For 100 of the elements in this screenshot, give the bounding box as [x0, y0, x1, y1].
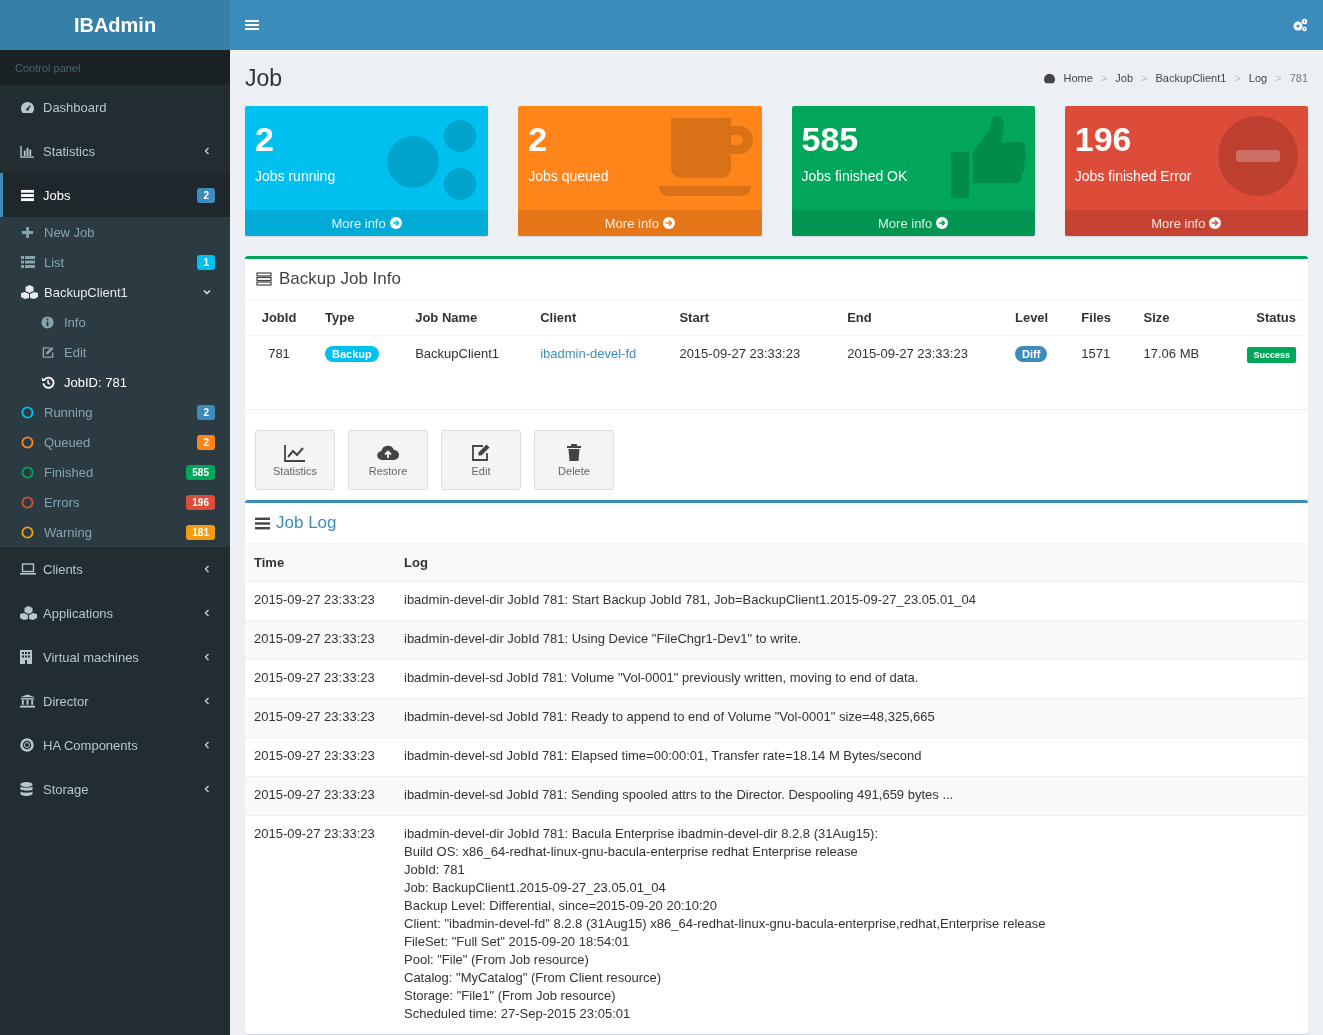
- edit-icon: [471, 443, 491, 462]
- count-badge: 1: [197, 254, 215, 270]
- breadcrumb-separator: >: [1234, 72, 1241, 84]
- edit-icon: [41, 345, 55, 359]
- cubes-icon: [20, 606, 37, 620]
- column-header: Files: [1069, 300, 1132, 336]
- stat-label: Jobs queued: [528, 168, 610, 184]
- log-line: ibadmin-devel-dir JobId 781: Bacula Enterprise ibadmin-devel-dir 8.2.8 (31Aug15):: [404, 825, 880, 843]
- tag-badge: Backup: [325, 346, 379, 362]
- log-line: Pool: "File" (From Job resource): [404, 951, 590, 969]
- column-header: Time: [245, 544, 395, 582]
- log-line: ibadmin-devel-sd JobId 781: Elapsed time=00:00:01, Transfer rate=18.14 M Bytes/second: [404, 747, 923, 765]
- stat-value: 585: [801, 120, 860, 158]
- sidebar-item[interactable]: Running 2: [0, 397, 230, 427]
- sidebar-header: Control panel: [0, 50, 230, 85]
- breadcrumb-link[interactable]: BackupClient1: [1155, 72, 1227, 84]
- sidebar-item[interactable]: Queued 2: [0, 427, 230, 457]
- server-icon: [20, 188, 35, 202]
- menu-icon[interactable]: [245, 19, 259, 31]
- action-button[interactable]: Restore: [348, 430, 428, 490]
- sidebar-item[interactable]: Info: [0, 307, 230, 337]
- bar-chart-icon: [20, 144, 35, 158]
- log-line: Build OS: x86_64-redhat-linux-gnu-bacula-enterprise redhat Enterprise release: [404, 843, 859, 861]
- more-info-link[interactable]: More info: [1064, 210, 1308, 236]
- table-cell: 2015-09-27 23:33:23: [254, 787, 375, 802]
- stat-value: 196: [1074, 120, 1133, 158]
- server-icon: [255, 272, 273, 286]
- cloud-upload-icon: [377, 443, 399, 462]
- breadcrumb-link[interactable]: Home: [1063, 72, 1093, 84]
- brand-logo[interactable]: IBAdmin: [0, 0, 230, 50]
- cubes-icon: [21, 285, 38, 299]
- panel-title: Job Log: [276, 513, 337, 533]
- sidebar-item[interactable]: Edit: [0, 337, 230, 367]
- sidebar-item[interactable]: Applications: [0, 591, 230, 635]
- chevron-down-icon: [202, 287, 212, 297]
- log-line: ibadmin-devel-sd JobId 781: Volume "Vol-0001" previously written, moving to end of data.: [404, 669, 920, 687]
- sidebar-item[interactable]: BackupClient1: [0, 277, 230, 307]
- table-cell: 2015-09-27 23:33:23: [254, 592, 375, 607]
- sidebar-item[interactable]: HA Components: [0, 723, 230, 767]
- chevron-left-icon: [202, 740, 212, 750]
- column-header: Client: [528, 300, 668, 336]
- sidebar-item[interactable]: Jobs 2: [0, 173, 230, 217]
- sidebar-item[interactable]: Storage: [0, 767, 230, 811]
- more-info-link[interactable]: More info: [791, 210, 1035, 236]
- database-icon: [20, 782, 33, 796]
- count-badge: 2: [197, 404, 215, 420]
- table-cell: BackupClient1: [415, 346, 499, 361]
- table-cell: 2015-09-27 23:33:23: [254, 709, 375, 724]
- list-icon: [21, 256, 35, 268]
- column-header: Level: [1002, 300, 1070, 336]
- log-line: ibadmin-devel-sd JobId 781: Ready to append to end of Volume "Vol-0001" size=48,325,665: [404, 708, 936, 726]
- breadcrumb-separator: >: [1141, 72, 1148, 84]
- breadcrumb-link[interactable]: Log: [1248, 72, 1268, 84]
- tag-badge: Diff: [1014, 346, 1048, 362]
- table-cell: 2015-09-27 23:33:23: [254, 631, 375, 646]
- log-line: FileSet: "Full Set" 2015-09-20 18:54:01: [404, 933, 631, 951]
- table-cell: 17.06 MB: [1143, 346, 1200, 361]
- arrow-circle-right-icon: [662, 217, 675, 229]
- log-line: Backup Level: Differential, since=2015-09-20 20:10:20: [404, 897, 719, 915]
- laptop-icon: [20, 563, 36, 575]
- sidebar-item[interactable]: New Job: [0, 217, 230, 247]
- chevron-left-icon: [202, 146, 212, 156]
- page-title: Job: [245, 64, 283, 92]
- column-header: Job Name: [403, 300, 529, 336]
- column-header: Log: [395, 544, 1308, 582]
- sidebar-item[interactable]: Warning 181: [0, 517, 230, 547]
- count-badge: 2: [197, 434, 215, 450]
- count-badge: 2: [197, 187, 215, 203]
- stat-value: 2: [528, 120, 549, 158]
- action-button[interactable]: Statistics: [255, 430, 335, 490]
- stat-value: 2: [255, 120, 275, 158]
- client-link[interactable]: ibadmin-devel-fd: [540, 346, 637, 361]
- sidebar-item[interactable]: Errors 196: [0, 487, 230, 517]
- action-button[interactable]: Delete: [534, 430, 614, 490]
- action-button[interactable]: Edit: [441, 430, 521, 490]
- sidebar-item[interactable]: Clients: [0, 547, 230, 591]
- sidebar-item[interactable]: Virtual machines: [0, 635, 230, 679]
- count-badge: 196: [186, 494, 215, 510]
- breadcrumb-separator: >: [1275, 72, 1282, 84]
- sidebar-item[interactable]: JobID: 781: [0, 367, 230, 397]
- sidebar-item[interactable]: Dashboard: [0, 85, 230, 129]
- trash-icon: [566, 443, 582, 462]
- count-badge: 585: [186, 464, 215, 480]
- sidebar-item[interactable]: Statistics: [0, 129, 230, 173]
- settings-icon[interactable]: [1292, 18, 1308, 32]
- log-line: JobId: 781: [404, 861, 466, 879]
- column-header: JobId: [245, 300, 313, 336]
- table-cell: 2015-09-27 23:33:23: [847, 346, 968, 361]
- line-chart-icon: [284, 443, 306, 462]
- sidebar-item[interactable]: Director: [0, 679, 230, 723]
- breadcrumb-link[interactable]: Job: [1115, 72, 1134, 84]
- arrow-circle-right-icon: [389, 217, 402, 229]
- log-line: ibadmin-devel-dir JobId 781: Start Backup JobId 781, Job=BackupClient1.2015-09-27_23.05.01_04: [404, 591, 978, 609]
- sidebar-item[interactable]: List 1: [0, 247, 230, 277]
- log-line: ibadmin-devel-dir JobId 781: Using Device "FileChgr1-Dev1" to write.: [404, 630, 803, 648]
- column-header: Size: [1131, 300, 1224, 336]
- log-line: Scheduled time: 27-Sep-2015 23:05:01: [404, 1005, 632, 1023]
- sidebar-item[interactable]: Finished 585: [0, 457, 230, 487]
- chevron-left-icon: [202, 696, 212, 706]
- info-icon: [41, 315, 54, 329]
